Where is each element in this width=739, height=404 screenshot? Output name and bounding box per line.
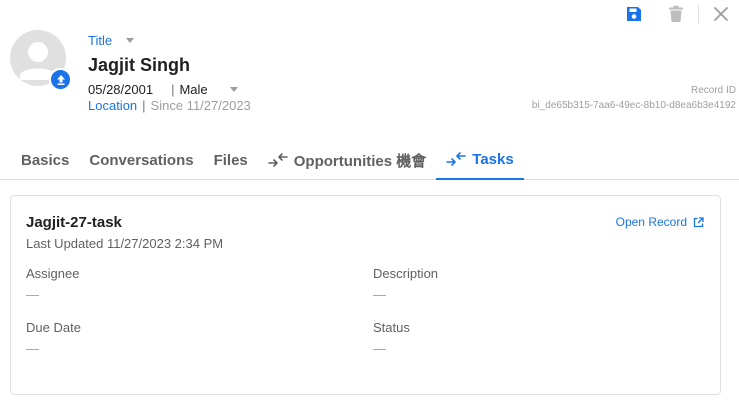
location-link[interactable]: Location (88, 98, 137, 113)
upload-icon (56, 74, 65, 85)
gender-select[interactable]: Male (179, 82, 238, 97)
tab-label: Conversations (89, 151, 194, 169)
tab-bar: Basics Conversations Files Opportunities… (0, 140, 739, 180)
field-value: — (26, 287, 39, 302)
merge-arrows-icon (446, 152, 467, 166)
meta-separator: | (142, 98, 146, 113)
since-date: Since 11/27/2023 (150, 98, 251, 113)
contact-name: Jagjit Singh (88, 55, 191, 75)
date-of-birth: 05/28/2001 (88, 82, 154, 97)
field-label: Description (373, 266, 439, 281)
close-icon (714, 7, 728, 21)
contact-meta-row: 05/28/2001 | Male (88, 82, 238, 97)
close-button[interactable] (711, 4, 731, 24)
delete-button[interactable] (666, 4, 686, 24)
task-card: Jagjit-27-task Last Updated 11/27/2023 2… (10, 195, 721, 395)
field-value: — (373, 341, 386, 356)
title-select-label: Title (88, 33, 113, 48)
tab-tasks[interactable]: Tasks (436, 140, 524, 180)
chevron-down-icon (229, 87, 238, 92)
chevron-down-icon (126, 38, 135, 43)
action-divider (698, 5, 699, 23)
field-description: Description — (373, 266, 438, 302)
task-name: Jagjit-27-task (26, 214, 122, 231)
record-id-value: bi_de65b315-7aa6-49ec-8b10-d8ea6b3e4192 (531, 100, 736, 111)
upload-photo-button[interactable] (49, 68, 72, 91)
field-label: Due Date (26, 320, 81, 335)
open-external-icon (693, 216, 704, 227)
field-label: Status (373, 320, 410, 335)
save-button[interactable] (624, 4, 644, 24)
tab-basics[interactable]: Basics (11, 140, 79, 180)
record-id-label: Record ID (690, 85, 736, 96)
field-value: — (373, 287, 386, 302)
open-record-link[interactable]: Open Record (616, 215, 704, 229)
tab-conversations[interactable]: Conversations (79, 140, 203, 180)
field-status: Status — (373, 320, 410, 356)
open-record-label: Open Record (615, 215, 687, 229)
field-label: Assignee (26, 266, 80, 281)
merge-arrows-icon (267, 153, 288, 167)
tab-label: Files (213, 151, 248, 169)
field-value: — (26, 341, 39, 356)
field-assignee: Assignee — (26, 266, 79, 302)
tab-files[interactable]: Files (204, 140, 258, 180)
header-actions (624, 4, 731, 24)
last-updated: Last Updated 11/27/2023 2:34 PM (26, 236, 224, 251)
field-due-date: Due Date — (26, 320, 81, 356)
tab-label: Opportunities 機會 (293, 152, 427, 170)
trash-icon (669, 5, 683, 22)
tab-opportunities[interactable]: Opportunities 機會 (258, 140, 437, 180)
tab-label: Basics (21, 151, 70, 169)
gender-value: Male (179, 82, 208, 97)
contact-meta-row-2: Location | Since 11/27/2023 (88, 98, 251, 113)
meta-separator: | (171, 82, 175, 97)
tab-label: Tasks (472, 150, 514, 168)
save-icon (627, 7, 641, 21)
title-select[interactable]: Title (88, 33, 135, 48)
